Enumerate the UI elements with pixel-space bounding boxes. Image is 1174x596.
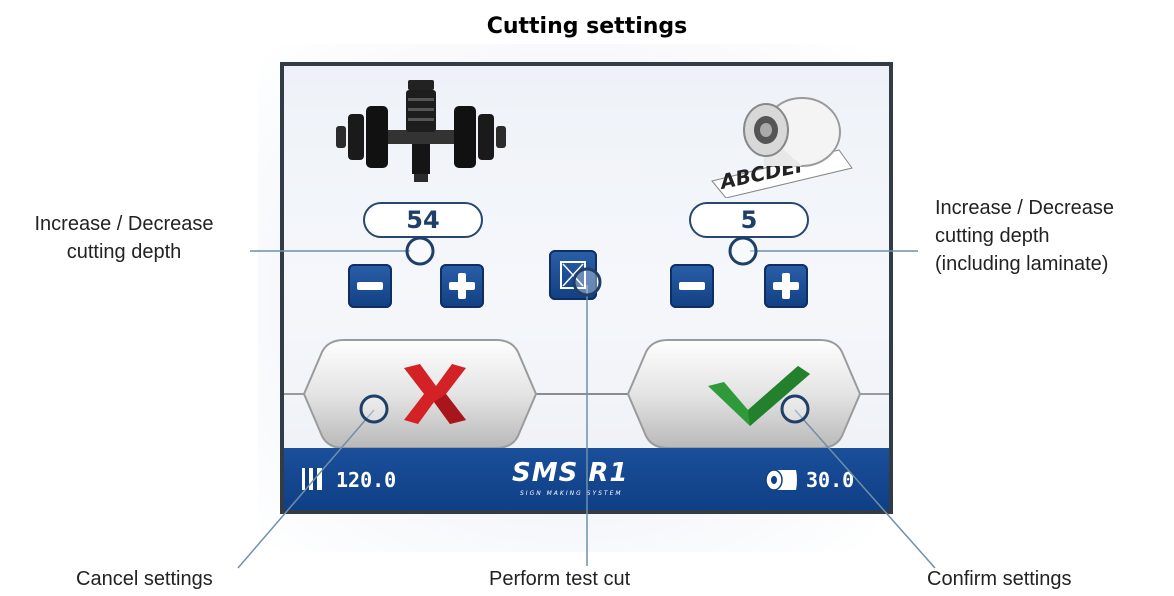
canvas: Cutting settings ABCDEF 54 5 120.0 SMS R… (0, 0, 1174, 596)
left-depth-callout: Increase / Decrease cutting depth (2, 210, 246, 266)
confirm-callout: Confirm settings (927, 568, 1072, 590)
right-depth-callout-line1: Increase / Decrease (935, 197, 1114, 219)
cancel-marker (359, 394, 389, 424)
callout-lines (237, 236, 936, 569)
left-depth-callout-line2: cutting depth (66, 241, 182, 263)
cancel-leader (237, 409, 375, 569)
right-depth-marker (728, 236, 758, 266)
confirm-marker (780, 394, 810, 424)
left-depth-callout-line1: Increase / Decrease (34, 213, 214, 235)
test-cut-marker (572, 267, 602, 297)
left-depth-marker (405, 236, 435, 266)
right-depth-callout: Increase / Decrease cutting depth (inclu… (935, 194, 1171, 278)
confirm-leader (794, 409, 936, 569)
cancel-callout: Cancel settings (76, 568, 213, 590)
right-depth-callout-line2: cutting depth (935, 225, 1050, 247)
test-cut-callout: Perform test cut (489, 568, 631, 590)
right-depth-callout-line3: (including laminate) (935, 253, 1109, 275)
